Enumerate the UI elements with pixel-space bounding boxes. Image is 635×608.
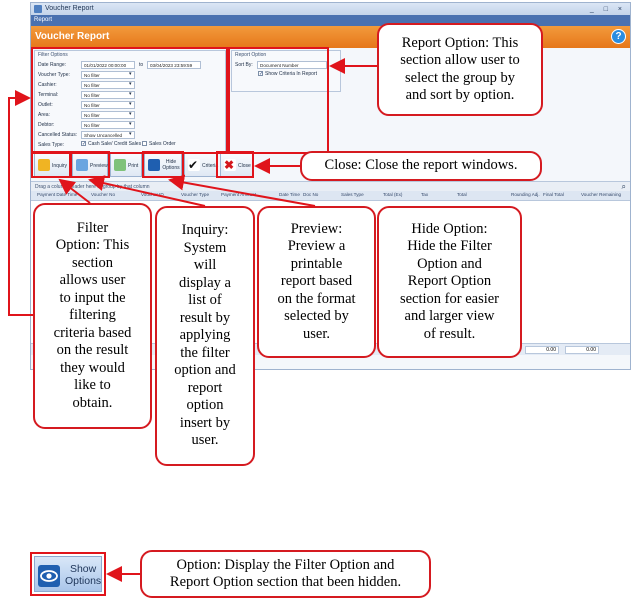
filter-highlight <box>31 47 228 154</box>
callout-report-option: Report Option: This section allow user t… <box>377 23 543 116</box>
title-bar: Voucher Report _ □ × <box>31 3 630 15</box>
grid-header: Payment Date Time Voucher No Voucher ID Vou… <box>31 191 630 201</box>
criteria-button[interactable]: ✔ Criteria <box>184 153 218 177</box>
callout-close: Close: Close the report windows. <box>300 151 542 181</box>
window-title: Voucher Report <box>45 5 94 12</box>
column-header[interactable]: Tax <box>421 192 428 197</box>
menu-report[interactable]: Report <box>34 17 52 23</box>
help-icon[interactable]: ? <box>611 29 626 44</box>
column-header[interactable]: Total (Ex) <box>383 192 402 197</box>
callout-inquiry: Inquiry: System will display a list of r… <box>155 206 255 466</box>
print-button[interactable]: Print <box>110 153 142 177</box>
column-header[interactable]: Voucher Type <box>181 192 209 197</box>
callout-filter: Filter Option: This section allows user … <box>33 203 152 429</box>
show-options-label: Show Options <box>65 563 102 587</box>
report-title: Voucher Report <box>35 31 110 42</box>
print-icon <box>114 159 126 171</box>
column-header[interactable]: Rounding Adj. <box>511 192 540 197</box>
group-panel[interactable]: Drag a column header here to group by th… <box>31 181 630 191</box>
hide-options-highlight <box>142 151 184 178</box>
show-options-button[interactable]: Show Options <box>30 552 106 596</box>
column-header[interactable]: Voucher No <box>91 192 115 197</box>
footer-total-1: 0.00 <box>525 346 559 354</box>
eye-icon <box>38 565 60 587</box>
column-header[interactable]: Payment Amount <box>221 192 256 197</box>
callout-hide: Hide Option: Hide the Filter Option and … <box>377 206 522 358</box>
column-header[interactable]: Voucher Remaining <box>581 192 621 197</box>
callout-show-options: Option: Display the Filter Option and Re… <box>140 550 431 598</box>
column-header[interactable]: Voucher ID <box>141 192 164 197</box>
footer-total-2: 0.00 <box>565 346 599 354</box>
callout-preview: Preview: Preview a printable report base… <box>257 206 376 358</box>
checkmark-icon: ✔ <box>188 158 200 172</box>
column-header[interactable]: Date Time <box>279 192 300 197</box>
close-highlight <box>216 151 254 178</box>
inquiry-highlight <box>31 151 71 178</box>
column-header[interactable]: Payment Date Time <box>37 192 77 197</box>
column-header[interactable]: Doc No <box>303 192 318 197</box>
column-header[interactable]: Sales Type <box>341 192 364 197</box>
report-option-highlight <box>228 47 329 154</box>
app-icon <box>34 5 42 13</box>
column-header[interactable]: Final Total <box>543 192 564 197</box>
preview-highlight <box>70 151 110 178</box>
menu-bar: Report <box>31 15 630 26</box>
column-header[interactable]: Total <box>457 192 467 197</box>
